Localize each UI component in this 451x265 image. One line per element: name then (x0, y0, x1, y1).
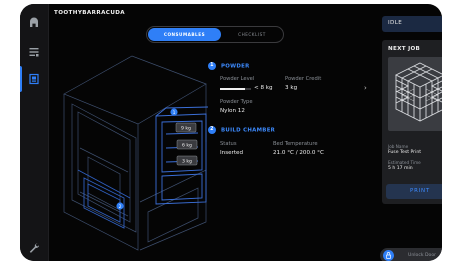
printer-icon[interactable] (28, 73, 40, 85)
active-indicator (20, 66, 22, 92)
unlock-door-label: Unlock Door (408, 252, 437, 258)
bed-temperature-value: 21.0 °C / 200.0 °C (273, 150, 324, 156)
powder-level-value: < 8 kg (254, 85, 273, 91)
estimated-time-value: 5 h 17 min (388, 166, 413, 171)
powder-type-value: Nylon 12 (220, 108, 245, 114)
tab-consumables[interactable]: CONSUMABLES (148, 28, 221, 41)
powder-level-bar (220, 88, 251, 90)
printer-status-text: IDLE (388, 20, 403, 26)
next-job-card: NEXT JOB Job Name Fuse Test Print Estima… (382, 40, 442, 204)
powder-heading-text: POWDER (221, 63, 250, 70)
printer-screen: TOOTHYBARRACUDA CONSUMABLES CHECKLIST 1 … (20, 4, 442, 261)
side-nav (20, 4, 49, 261)
callout-badge-1-label: 1 (173, 110, 176, 116)
powder-heading: 1 POWDER (208, 62, 250, 70)
unlock-door-button[interactable]: Unlock Door (380, 248, 442, 261)
callout-tag-9kg-label: 9 kg (181, 126, 191, 132)
job-name-value: Fuse Test Print (388, 150, 422, 155)
home-icon[interactable] (28, 16, 40, 28)
printer-status-bar: IDLE (382, 16, 442, 32)
job-preview-image (388, 57, 442, 131)
callout-tag-3kg-label: 3 kg (182, 159, 192, 165)
callout-tag-6kg-label: 6 kg (182, 143, 192, 149)
chamber-status-value: Inserted (220, 150, 244, 156)
printer-illustration: 1 9 kg 6 kg 3 kg 2 (58, 52, 226, 252)
lock-icon (383, 250, 394, 261)
powder-level-label: Powder Level (220, 76, 255, 82)
printer-name: TOOTHYBARRACUDA (54, 10, 126, 16)
estimated-time-label: Estimated Time (388, 160, 421, 165)
build-chamber-heading: 2 BUILD CHAMBER (208, 126, 275, 134)
powder-index-badge: 1 (208, 62, 216, 70)
build-chamber-index-badge: 2 (208, 126, 216, 134)
bed-temperature-label: Bed Temperature (273, 141, 318, 147)
next-job-title: NEXT JOB (388, 46, 421, 52)
tab-checklist[interactable]: CHECKLIST (223, 28, 281, 41)
list-icon[interactable] (28, 46, 40, 58)
chamber-status-label: Status (220, 141, 237, 147)
wrench-icon[interactable] (28, 242, 40, 254)
powder-credit-label: Powder Credit (285, 76, 322, 82)
consumables-checklist-tabs: CONSUMABLES CHECKLIST (146, 26, 284, 43)
callout-badge-2-label: 2 (119, 204, 122, 210)
powder-level-fill (220, 88, 245, 90)
powder-type-label: Powder Type (220, 99, 253, 105)
build-chamber-heading-text: BUILD CHAMBER (221, 127, 276, 134)
job-name-label: Job Name (388, 144, 409, 149)
chevron-right-icon[interactable]: › (364, 84, 367, 92)
powder-credit-value: 3 kg (285, 85, 298, 91)
print-button[interactable]: PRINT (386, 184, 442, 199)
